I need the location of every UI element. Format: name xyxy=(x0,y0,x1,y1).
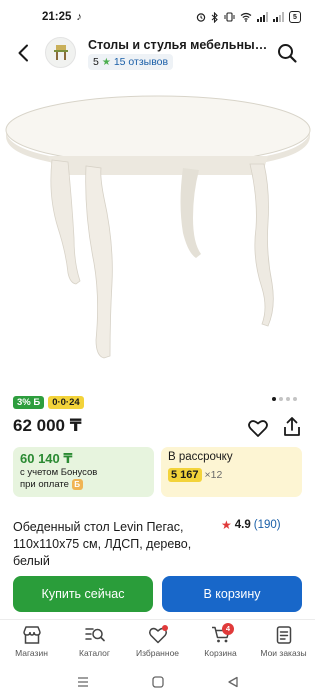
installment-card[interactable]: В рассрочку 5 167 ×12 xyxy=(161,447,302,497)
back-triangle-icon[interactable] xyxy=(227,676,239,688)
system-nav-bar xyxy=(0,664,315,700)
nav-label-catalog: Каталог xyxy=(79,648,110,658)
gallery-dot xyxy=(293,397,297,401)
gallery-dot xyxy=(279,397,283,401)
product-reviews-count: (190) xyxy=(253,519,281,531)
home-icon[interactable] xyxy=(152,676,165,688)
back-button[interactable] xyxy=(12,42,34,64)
orders-icon xyxy=(276,626,291,644)
bottom-nav: Магазин Каталог Избранное 4 Корзина Мои … xyxy=(0,619,315,664)
gallery-dot xyxy=(286,397,290,401)
white-round-table-photo xyxy=(5,95,311,359)
gallery-pagination xyxy=(272,397,297,401)
signal-icon-1 xyxy=(257,12,268,22)
product-rating[interactable]: ★ 4.9 (190) xyxy=(221,518,281,532)
nav-item-catalog[interactable]: Каталог xyxy=(63,620,126,664)
bonus-desc-line2: при оплате xyxy=(20,479,69,491)
product-title: Обеденный стол Levin Пегас, 110х110х75 с… xyxy=(13,520,192,568)
battery-icon: 5 xyxy=(289,11,301,23)
alarm-icon xyxy=(196,13,206,22)
installment-monthly: 5 167 xyxy=(168,468,202,482)
installment-label: В рассрочку xyxy=(168,451,233,463)
catalog-search-icon xyxy=(84,628,105,642)
nav-item-orders[interactable]: Мои заказы xyxy=(252,620,315,664)
recent-apps-icon[interactable] xyxy=(76,676,90,688)
installment-badge: 0·0·24 xyxy=(48,396,84,409)
add-to-cart-button[interactable]: В корзину xyxy=(162,576,302,612)
installment-row: 5 167 ×12 xyxy=(168,468,295,482)
store-title[interactable]: Столы и стулья мебельный… xyxy=(88,38,268,52)
cart-count-badge: 4 xyxy=(222,623,234,635)
cashback-badge: 3% Б xyxy=(13,396,45,409)
heart-icon xyxy=(248,420,268,437)
share-icon xyxy=(284,417,300,436)
battery-level: 5 xyxy=(293,13,297,21)
store-reviews-link: 15 отзывов xyxy=(113,56,169,68)
bonus-price-card[interactable]: 60 140 ₸ с учетом Бонусов при оплате Б xyxy=(13,447,154,497)
gallery-dot xyxy=(272,397,276,401)
star-icon: ★ xyxy=(221,518,232,532)
bonus-coin-icon: Б xyxy=(71,479,83,490)
store-icon xyxy=(22,626,41,644)
bonus-desc-line2-wrap: при оплате Б xyxy=(20,479,147,491)
chevron-left-icon xyxy=(18,44,28,62)
store-rating-chip[interactable]: 5 ★ 15 отзывов xyxy=(88,54,174,70)
store-logo-icon xyxy=(53,44,68,60)
installment-term: ×12 xyxy=(204,469,223,481)
search-button[interactable] xyxy=(276,42,298,64)
star-icon: ★ xyxy=(101,56,111,68)
nav-item-shop[interactable]: Магазин xyxy=(0,620,63,664)
search-icon xyxy=(278,44,297,63)
tiktok-notification-icon: ♪ xyxy=(76,11,82,23)
nav-label-favorites: Избранное xyxy=(135,648,180,658)
bluetooth-icon xyxy=(211,11,218,23)
vibrate-icon xyxy=(224,12,235,22)
wifi-icon xyxy=(240,12,252,22)
nav-label-orders: Мои заказы xyxy=(260,648,307,658)
product-image[interactable] xyxy=(0,78,315,388)
buy-now-button[interactable]: Купить сейчас xyxy=(13,576,153,612)
bonus-desc-line1: с учетом Бонусов xyxy=(20,467,98,478)
product-rating-value: 4.9 xyxy=(234,519,251,531)
nav-label-shop: Магазин xyxy=(15,648,48,658)
bonus-price-amount: 60 140 ₸ xyxy=(20,451,73,466)
nav-label-cart: Корзина xyxy=(204,648,237,658)
product-price: 62 000 ₸ xyxy=(13,416,82,435)
promo-badges: 3% Б 0·0·24 xyxy=(13,396,84,409)
store-header: Столы и стулья мебельный… 5 ★ 15 отзывов xyxy=(0,34,315,78)
favorites-notification-dot xyxy=(162,625,168,631)
favorite-button[interactable] xyxy=(247,417,269,439)
nav-item-cart[interactable]: 4 Корзина xyxy=(189,620,252,664)
status-time: 21:25 xyxy=(42,11,72,23)
signal-icon-2 xyxy=(273,12,284,22)
status-bar: 21:25 ♪ 5 xyxy=(0,0,315,34)
store-rating-value: 5 xyxy=(93,56,99,68)
status-icons: 5 xyxy=(196,11,301,23)
store-logo[interactable] xyxy=(45,37,76,68)
share-button[interactable] xyxy=(281,416,303,438)
nav-item-favorites[interactable]: Избранное xyxy=(126,620,189,664)
